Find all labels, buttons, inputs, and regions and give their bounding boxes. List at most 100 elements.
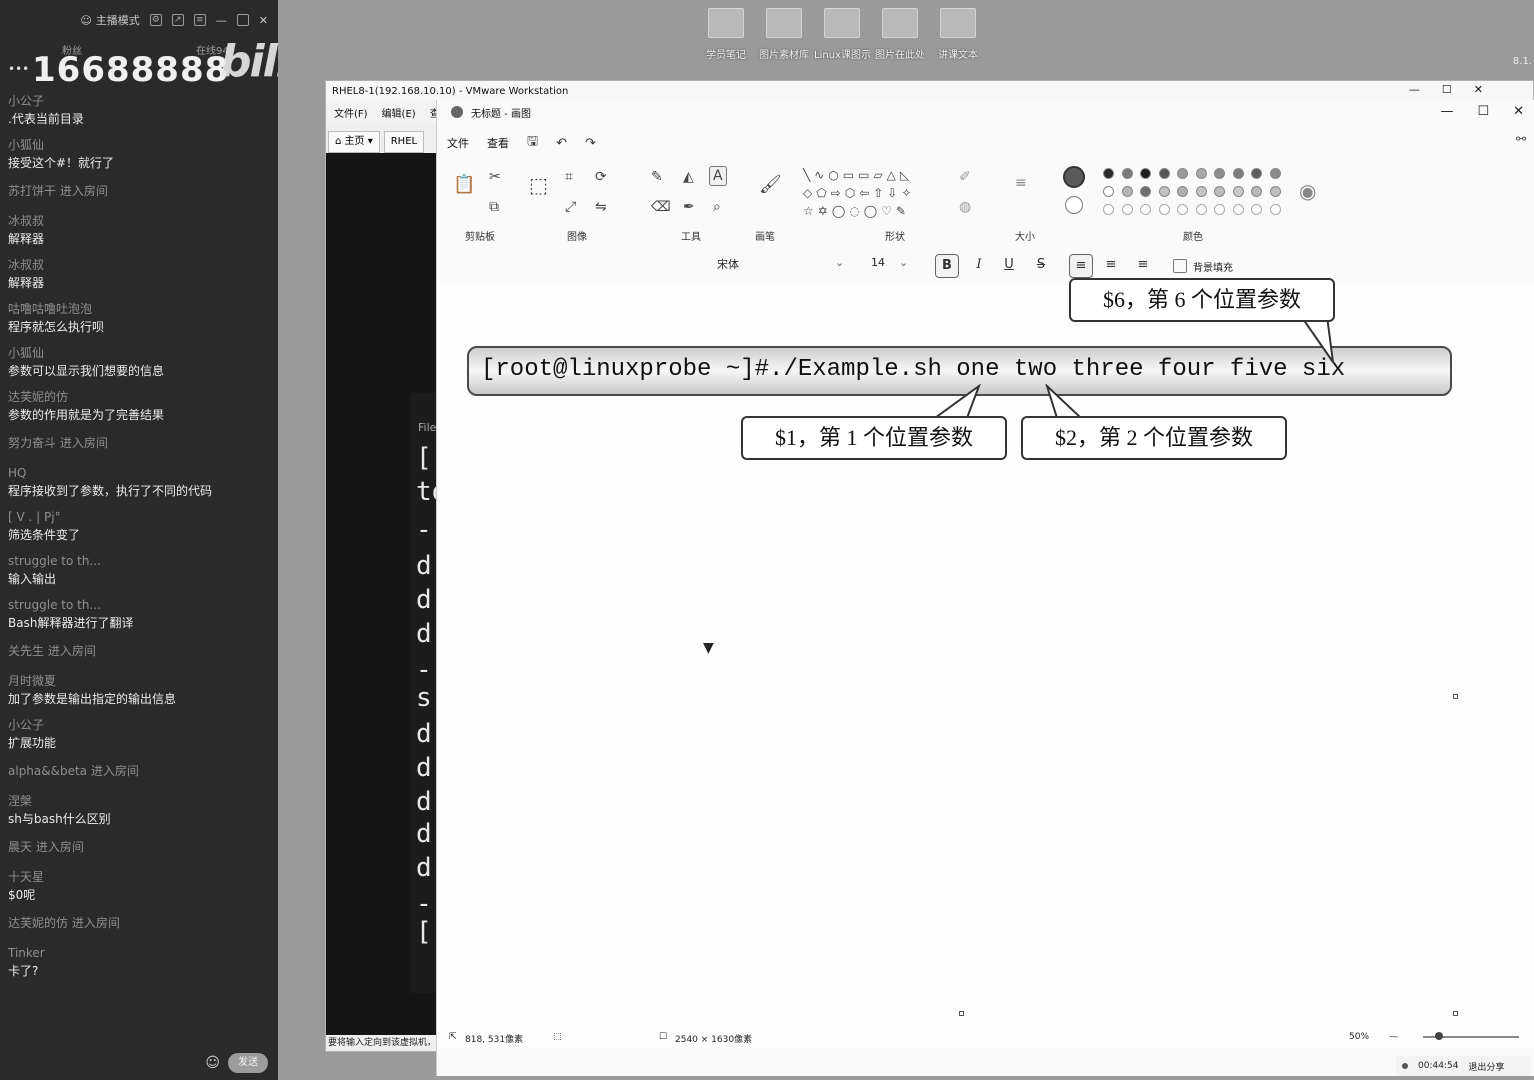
- maximize-icon[interactable]: [236, 14, 249, 26]
- color-swatch[interactable]: [1177, 168, 1188, 179]
- custom-color-slot[interactable]: [1195, 204, 1207, 215]
- settings-icon[interactable]: ⚙: [149, 14, 162, 26]
- menu-file[interactable]: 文件: [447, 135, 469, 151]
- chat-username[interactable]: 涅槃: [8, 792, 270, 810]
- maximize-icon[interactable]: ☐: [1442, 83, 1452, 96]
- desktop-shortcut[interactable]: 图片素材库: [756, 8, 812, 61]
- custom-color-slot[interactable]: [1158, 204, 1170, 215]
- flip-icon[interactable]: ⇋: [595, 200, 607, 214]
- font-size-select[interactable]: 14: [871, 256, 885, 269]
- copy-icon[interactable]: ⧉: [489, 200, 499, 214]
- color-swatch[interactable]: [1251, 186, 1262, 197]
- color-swatch[interactable]: [1177, 186, 1188, 197]
- desktop-shortcut[interactable]: 学员笔记: [698, 8, 754, 61]
- chat-username[interactable]: 努力奋斗 进入房间: [8, 436, 108, 450]
- brush-icon[interactable]: 🖌: [759, 176, 782, 194]
- menu-edit[interactable]: 编辑(E): [382, 105, 416, 120]
- rotate-icon[interactable]: ⟳: [595, 170, 607, 184]
- custom-color-slot[interactable]: [1214, 204, 1225, 215]
- menu-view[interactable]: 查看: [487, 135, 509, 151]
- zoom-slider-knob[interactable]: [1435, 1032, 1443, 1040]
- color-swatch[interactable]: [1269, 186, 1281, 197]
- color-swatch[interactable]: [1251, 168, 1262, 179]
- shapes-row2-icon[interactable]: ◇⬠⇨⬡⇦⇧⇩✧: [803, 186, 915, 200]
- color-swatch[interactable]: [1214, 168, 1225, 179]
- color-swatch[interactable]: [1214, 186, 1225, 197]
- color-swatch[interactable]: [1195, 186, 1207, 197]
- menu-file[interactable]: 文件(F): [334, 105, 368, 120]
- exit-share-button[interactable]: 退出分享: [1468, 1060, 1504, 1073]
- custom-color-slot[interactable]: [1251, 204, 1262, 215]
- strikethrough-button[interactable]: S: [1029, 254, 1053, 278]
- chat-username[interactable]: 小狐仙: [8, 136, 270, 154]
- align-center-icon[interactable]: ≡: [1099, 254, 1123, 278]
- chevron-down-icon[interactable]: ⌄: [835, 256, 844, 269]
- minimize-icon[interactable]: —: [216, 14, 227, 27]
- chat-username[interactable]: alpha&&beta 进入房间: [8, 764, 139, 778]
- undo-icon[interactable]: ↶: [556, 136, 567, 151]
- chat-username[interactable]: struggle to th...: [8, 596, 270, 614]
- italic-button[interactable]: I: [967, 254, 991, 278]
- custom-color-slot[interactable]: [1121, 204, 1133, 215]
- minimize-icon[interactable]: —: [1440, 104, 1453, 119]
- custom-color-slot[interactable]: [1177, 204, 1188, 215]
- color-swatch[interactable]: [1140, 168, 1151, 179]
- resize-icon[interactable]: ⤢: [565, 200, 576, 214]
- color-swatch[interactable]: [1103, 186, 1114, 197]
- host-mode-toggle[interactable]: ☺ 主播模式: [80, 12, 139, 28]
- minimize-icon[interactable]: —: [1409, 83, 1420, 96]
- chat-username[interactable]: 小公子: [8, 716, 270, 734]
- edit-colors-icon[interactable]: ◉: [1299, 181, 1316, 201]
- save-icon[interactable]: 🖫: [527, 132, 538, 154]
- secondary-color-swatch[interactable]: [1065, 196, 1083, 214]
- color-swatch[interactable]: [1158, 168, 1170, 179]
- color-swatch[interactable]: [1121, 186, 1133, 197]
- close-icon[interactable]: ✕: [259, 14, 268, 27]
- magnifier-icon[interactable]: ⌕: [713, 200, 721, 214]
- close-icon[interactable]: ✕: [1513, 104, 1524, 119]
- chat-username[interactable]: 达芙妮的仿: [8, 388, 270, 406]
- bold-button[interactable]: B: [935, 254, 959, 278]
- line-size-icon[interactable]: ≡: [1015, 176, 1027, 190]
- text-tool-icon[interactable]: A: [709, 166, 727, 186]
- color-swatch[interactable]: [1232, 186, 1244, 197]
- eraser-icon[interactable]: ⌫: [651, 200, 671, 214]
- chat-username[interactable]: 小公子: [8, 92, 270, 110]
- chat-username[interactable]: 冰叔叔: [8, 212, 270, 230]
- chat-username[interactable]: 达芙妮的仿 进入房间: [8, 916, 120, 930]
- color-swatch[interactable]: [1195, 168, 1207, 179]
- primary-color-swatch[interactable]: [1063, 166, 1085, 188]
- custom-color-slot[interactable]: [1232, 204, 1244, 215]
- close-icon[interactable]: ✕: [1474, 83, 1483, 96]
- align-right-icon[interactable]: ≡: [1131, 254, 1155, 278]
- chat-username[interactable]: 冰叔叔: [8, 256, 270, 274]
- chat-username[interactable]: struggle to th...: [8, 552, 270, 570]
- font-family-select[interactable]: 宋体: [717, 256, 739, 272]
- popout-icon[interactable]: ↗: [171, 14, 184, 26]
- emoji-icon[interactable]: ☺: [205, 1055, 220, 1071]
- chat-username[interactable]: 咕噜咕噜吐泡泡: [8, 300, 270, 318]
- select-icon[interactable]: ⬚: [529, 175, 548, 195]
- chat-username[interactable]: 关先生 进入房间: [8, 644, 96, 658]
- background-fill-checkbox[interactable]: [1173, 259, 1187, 273]
- more-dots[interactable]: •••: [8, 62, 29, 76]
- chat-username[interactable]: 十天星: [8, 868, 270, 886]
- zoom-out-icon[interactable]: —: [1389, 1032, 1398, 1042]
- custom-color-slot[interactable]: [1269, 204, 1281, 215]
- color-swatch[interactable]: [1121, 168, 1133, 179]
- crop-icon[interactable]: ⌗: [565, 170, 573, 184]
- shapes-row3-icon[interactable]: ☆✡◯◌◯♡✎: [803, 204, 910, 218]
- desktop-shortcut[interactable]: 讲课文本: [930, 8, 986, 61]
- desktop-shortcut[interactable]: 图片在此处: [872, 8, 928, 61]
- fill-icon[interactable]: ◭: [683, 170, 694, 184]
- share-icon[interactable]: ⚯: [1516, 132, 1526, 146]
- vm-console[interactable]: File [to - d d d - s d d d d d -[: [326, 153, 447, 1037]
- cut-icon[interactable]: ✂: [489, 170, 501, 184]
- color-swatch[interactable]: [1140, 186, 1151, 197]
- pencil-icon[interactable]: ✎: [651, 170, 663, 184]
- redo-icon[interactable]: ↷: [585, 136, 596, 151]
- paste-icon[interactable]: 📋: [453, 176, 475, 194]
- underline-button[interactable]: U: [997, 254, 1021, 278]
- menu-icon[interactable]: ≡: [193, 14, 206, 26]
- chat-username[interactable]: 月时微夏: [8, 672, 270, 690]
